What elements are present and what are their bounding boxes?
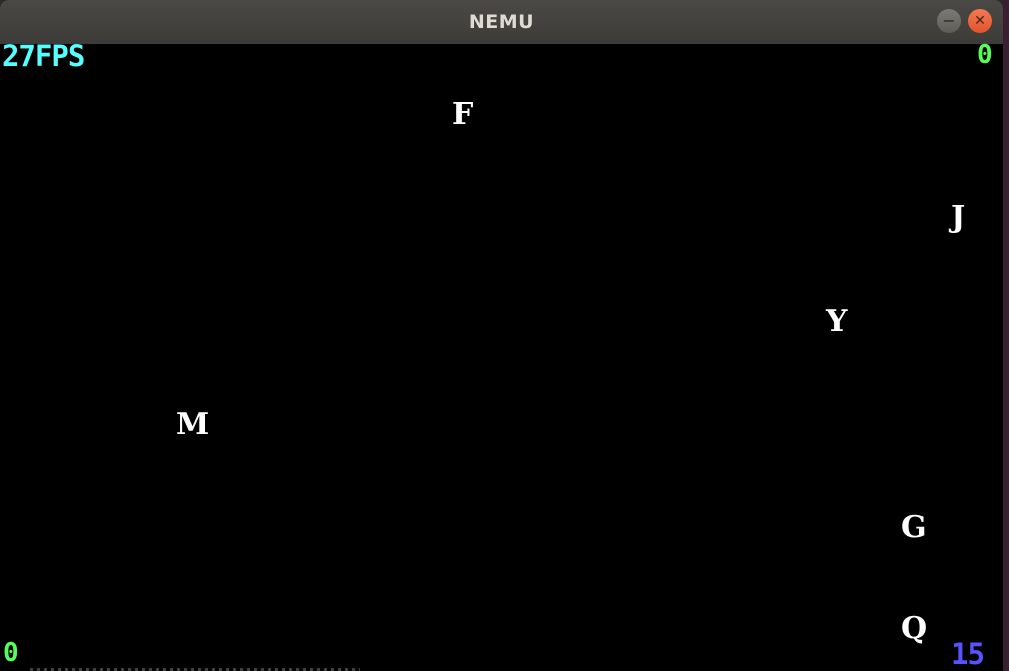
falling-letter: M [176,407,210,442]
falling-letter: G [901,510,927,545]
minimize-button[interactable]: − [937,9,961,33]
close-button[interactable]: ✕ [968,9,992,33]
falling-letter: F [452,97,474,132]
close-icon: ✕ [974,13,986,29]
falling-letter: Y [826,304,848,339]
minimize-icon: − [942,11,956,30]
game-canvas[interactable]: 27FPS 0 F J Y M G Q 0 15 [0,39,1003,671]
window-title: NEMU [468,11,535,33]
miss-counter: 0 [3,638,19,668]
hit-counter: 0 [977,40,993,70]
desktop-background [1003,0,1009,671]
window-titlebar[interactable]: NEMU − ✕ [0,0,1003,44]
falling-letter: Q [901,611,928,646]
level-counter: 15 [951,637,985,671]
falling-letter: J [951,200,966,235]
nemu-window: NEMU − ✕ 27FPS 0 F J Y M G Q 0 15 [0,0,1003,671]
fps-counter: 27FPS [2,39,85,73]
